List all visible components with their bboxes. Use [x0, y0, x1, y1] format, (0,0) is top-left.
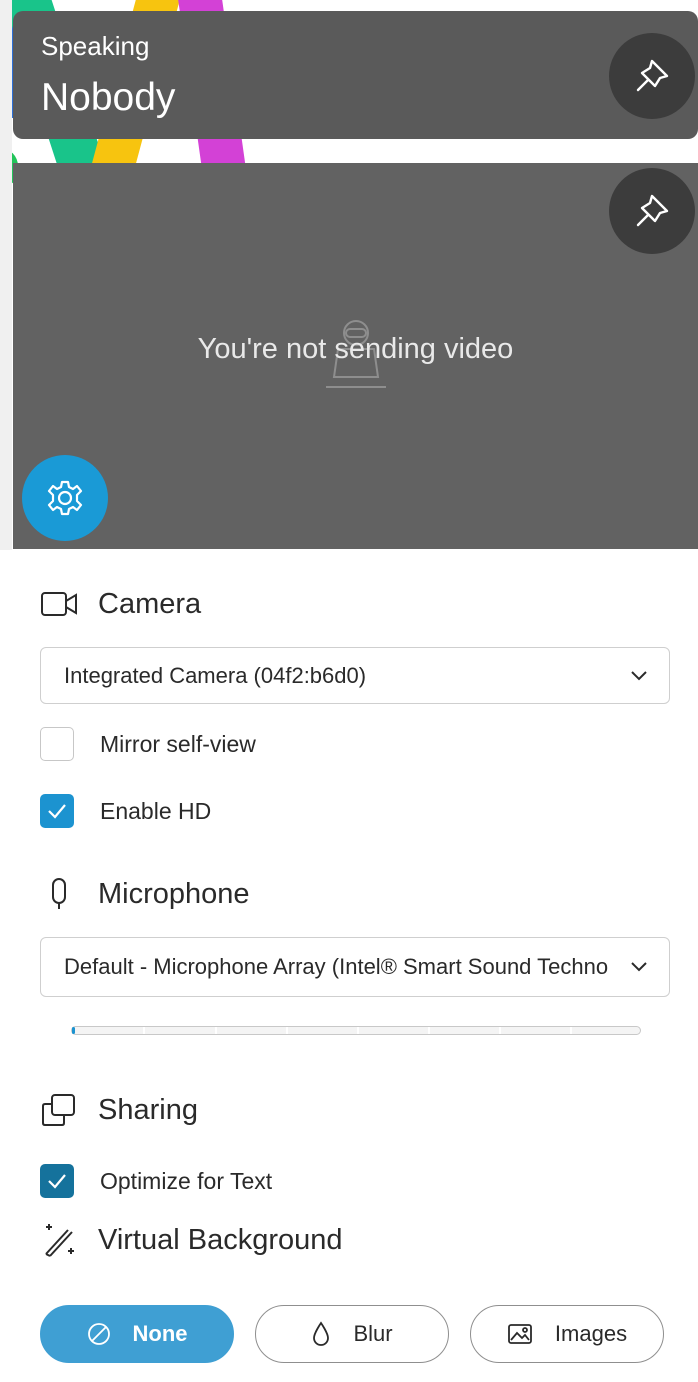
sharing-section-header: Sharing	[40, 1092, 198, 1128]
settings-button[interactable]	[22, 455, 108, 541]
optimize-for-text-option[interactable]: Optimize for Text	[40, 1164, 272, 1198]
camera-section-label: Camera	[98, 587, 202, 620]
share-windows-icon	[40, 1092, 80, 1128]
microphone-device-select[interactable]: Default - Microphone Array (Intel® Smart…	[40, 937, 670, 997]
virtual-background-section-label: Virtual Background	[98, 1223, 343, 1256]
microphone-level-meter	[71, 1026, 641, 1035]
background-images-button[interactable]: Images	[470, 1305, 664, 1363]
self-view-video: You're not sending video	[13, 163, 698, 549]
image-icon	[507, 1323, 533, 1345]
checkmark-icon	[48, 1174, 66, 1189]
microphone-section-label: Microphone	[98, 877, 250, 910]
pin-icon	[636, 194, 669, 227]
prohibited-icon	[87, 1322, 111, 1346]
pin-icon	[636, 59, 669, 92]
camera-device-select[interactable]: Integrated Camera (04f2:b6d0)	[40, 647, 670, 704]
speaker-name: Nobody	[41, 76, 176, 119]
background-none-label: None	[132, 1321, 188, 1346]
pin-speaker-button[interactable]	[609, 33, 695, 119]
enable-hd-option[interactable]: Enable HD	[40, 794, 211, 828]
gear-icon	[47, 480, 83, 516]
virtual-background-section-header: Virtual Background	[40, 1222, 343, 1258]
mirror-self-view-option[interactable]: Mirror self-view	[40, 727, 256, 761]
camera-section-header: Camera	[40, 586, 201, 622]
microphone-icon	[40, 876, 80, 912]
background-images-label: Images	[554, 1321, 628, 1346]
microphone-section-header: Microphone	[40, 876, 250, 912]
speaking-label: Speaking	[41, 31, 150, 61]
background-blur-button[interactable]: Blur	[255, 1305, 449, 1363]
background-none-button[interactable]: None	[40, 1305, 234, 1363]
background-blur-label: Blur	[353, 1321, 393, 1346]
enable-hd-label: Enable HD	[100, 797, 212, 824]
settings-panel: Camera Integrated Camera (04f2:b6d0) Mir…	[13, 549, 698, 1382]
optimize-for-text-label: Optimize for Text	[100, 1167, 273, 1194]
mirror-self-view-checkbox[interactable]	[40, 727, 74, 761]
microphone-device-value: Default - Microphone Array (Intel® Smart…	[64, 954, 609, 979]
camera-device-value: Integrated Camera (04f2:b6d0)	[64, 662, 367, 688]
mirror-self-view-label: Mirror self-view	[100, 730, 256, 757]
chevron-down-icon	[609, 961, 669, 973]
magic-wand-icon	[40, 1222, 80, 1258]
droplet-icon	[311, 1321, 331, 1347]
optimize-for-text-checkbox[interactable]	[40, 1164, 74, 1198]
checkmark-icon	[48, 804, 66, 819]
video-camera-icon	[40, 586, 80, 622]
sharing-section-label: Sharing	[98, 1093, 198, 1126]
video-status-message: You're not sending video	[197, 333, 514, 365]
enable-hd-checkbox[interactable]	[40, 794, 74, 828]
active-speaker-card: Speaking Nobody	[13, 11, 698, 139]
chevron-down-icon	[609, 670, 669, 682]
microphone-level-fill	[72, 1027, 76, 1034]
pin-self-view-button[interactable]	[609, 168, 695, 254]
